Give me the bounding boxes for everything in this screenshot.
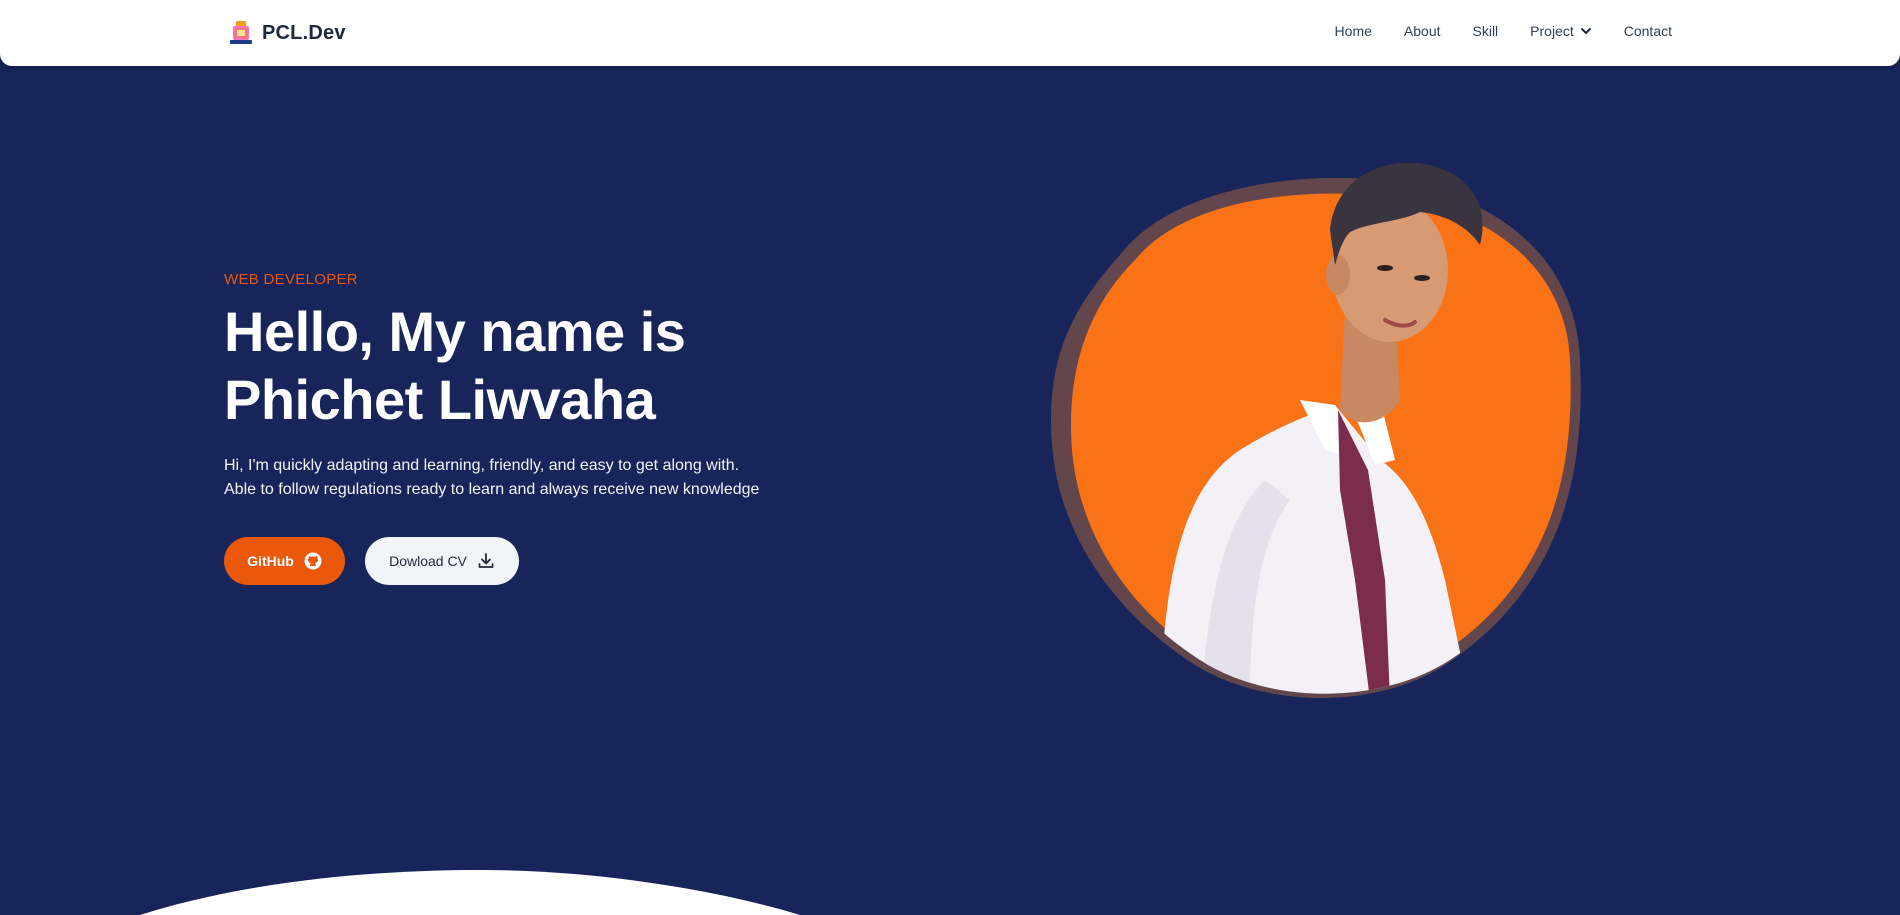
hero-headline-line1: Hello, My name is [224, 300, 686, 363]
hero-buttons: GitHub Dowload CV [224, 537, 519, 585]
download-cv-label: Dowload CV [389, 553, 467, 569]
hero-headline: Hello, My name is Phichet Liwvaha [224, 298, 844, 434]
nav-link-contact[interactable]: Contact [1624, 23, 1672, 39]
nav-link-about[interactable]: About [1404, 23, 1441, 39]
hero-headline-line2: Phichet Liwvaha [224, 368, 656, 431]
github-button[interactable]: GitHub [224, 537, 345, 585]
bottom-wave [140, 870, 800, 915]
nav-link-skill[interactable]: Skill [1473, 23, 1499, 39]
download-cv-button[interactable]: Dowload CV [365, 537, 519, 585]
hero-eyebrow: WEB DEVELOPER [224, 271, 358, 288]
github-button-label: GitHub [247, 553, 294, 569]
hero-intro-line1: Hi, I'm quickly adapting and learning, f… [224, 457, 740, 474]
nav-link-project[interactable]: Project [1530, 23, 1592, 39]
brand-link[interactable]: PCL.Dev [228, 20, 346, 46]
profile-portrait [1050, 162, 1581, 699]
hero-intro-line2: Able to follow regulations ready to lear… [224, 481, 760, 498]
page: PCL.Dev Home About Skill Project Contact… [0, 0, 1900, 915]
nav-link-project-label: Project [1530, 23, 1574, 39]
chevron-down-icon [1580, 28, 1591, 34]
brand-name: PCL.Dev [262, 21, 346, 44]
hero-text: WEB DEVELOPER Hello, My name is Phichet … [224, 271, 844, 502]
download-icon [478, 553, 494, 568]
navbar: PCL.Dev Home About Skill Project Contact [0, 0, 1900, 66]
nav-link-home[interactable]: Home [1335, 23, 1372, 39]
nav-links: Home About Skill Project Contact [1335, 23, 1672, 39]
hero-intro: Hi, I'm quickly adapting and learning, f… [224, 454, 844, 502]
github-icon [304, 552, 322, 570]
laptop-logo-icon [230, 21, 252, 44]
